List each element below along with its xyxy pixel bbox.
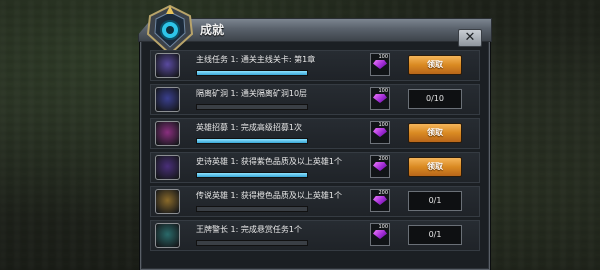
legend-star-icon	[155, 189, 180, 214]
achievement-title: 王牌警长 1: 完成悬赏任务1个	[196, 225, 302, 234]
reward-quantity: 100	[378, 224, 388, 230]
achievement-emblem-icon	[146, 4, 194, 56]
progress-count: 0/10	[408, 89, 462, 109]
mine-badge-icon	[155, 87, 180, 112]
achievement-list: 主线任务 1: 通关主线关卡: 第1章 100 领取 隔离矿洞 1: 通关隔离矿洞10…	[150, 50, 480, 254]
gem-icon	[373, 94, 387, 103]
achievement-row: 英雄招募 1: 完成高级招募1次 100 领取	[150, 118, 480, 149]
hero-silhouette-icon	[155, 155, 180, 180]
close-icon: ✕	[464, 30, 476, 45]
progress-count: 0/1	[408, 191, 462, 211]
achievement-title: 隔离矿洞 1: 通关隔离矿洞10层	[196, 89, 308, 98]
claim-button[interactable]: 领取	[408, 55, 462, 75]
panel-title: 成就	[200, 23, 225, 37]
reward-slot[interactable]: 100	[370, 53, 390, 76]
achievement-row: 史诗英雄 1: 获得紫色品质及以上英雄1个 200 领取	[150, 152, 480, 183]
gem-icon	[373, 162, 387, 171]
achievement-title: 英雄招募 1: 完成高级招募1次	[196, 123, 302, 132]
achievement-row: 主线任务 1: 通关主线关卡: 第1章 100 领取	[150, 50, 480, 81]
achievement-title: 传说英雄 1: 获得橙色品质及以上英雄1个	[196, 191, 342, 200]
reward-quantity: 100	[378, 88, 388, 94]
progress-bar-fill	[197, 173, 307, 177]
progress-bar	[196, 104, 308, 110]
close-button[interactable]: ✕	[458, 29, 482, 47]
progress-bar	[196, 206, 308, 212]
achievement-row: 隔离矿洞 1: 通关隔离矿洞10层 100 0/10	[150, 84, 480, 115]
progress-bar-fill	[197, 71, 307, 75]
reward-slot[interactable]: 100	[370, 87, 390, 110]
reward-quantity: 100	[378, 54, 388, 60]
reward-slot[interactable]: 100	[370, 223, 390, 246]
progress-bar-fill	[197, 139, 307, 143]
reward-slot[interactable]: 100	[370, 121, 390, 144]
claim-button[interactable]: 领取	[408, 157, 462, 177]
progress-count: 0/1	[408, 225, 462, 245]
gem-icon	[373, 128, 387, 137]
progress-bar	[196, 172, 308, 178]
progress-bar	[196, 70, 308, 76]
achievement-title: 史诗英雄 1: 获得紫色品质及以上英雄1个	[196, 157, 342, 166]
achievement-row: 王牌警长 1: 完成悬赏任务1个 100 0/1	[150, 220, 480, 251]
gem-icon	[373, 60, 387, 69]
progress-bar	[196, 240, 308, 246]
reward-quantity: 100	[378, 122, 388, 128]
achievement-title: 主线任务 1: 通关主线关卡: 第1章	[196, 55, 316, 64]
sheriff-badge-icon	[155, 223, 180, 248]
progress-bar	[196, 138, 308, 144]
reward-slot[interactable]: 200	[370, 189, 390, 212]
achievement-row: 传说英雄 1: 获得橙色品质及以上英雄1个 200 0/1	[150, 186, 480, 217]
claim-button[interactable]: 领取	[408, 123, 462, 143]
gem-icon	[373, 230, 387, 239]
gem-icon	[373, 196, 387, 205]
reward-slot[interactable]: 200	[370, 155, 390, 178]
reward-quantity: 200	[378, 156, 388, 162]
skull-crest-icon	[155, 53, 180, 78]
reward-quantity: 200	[378, 190, 388, 196]
demon-face-icon	[155, 121, 180, 146]
